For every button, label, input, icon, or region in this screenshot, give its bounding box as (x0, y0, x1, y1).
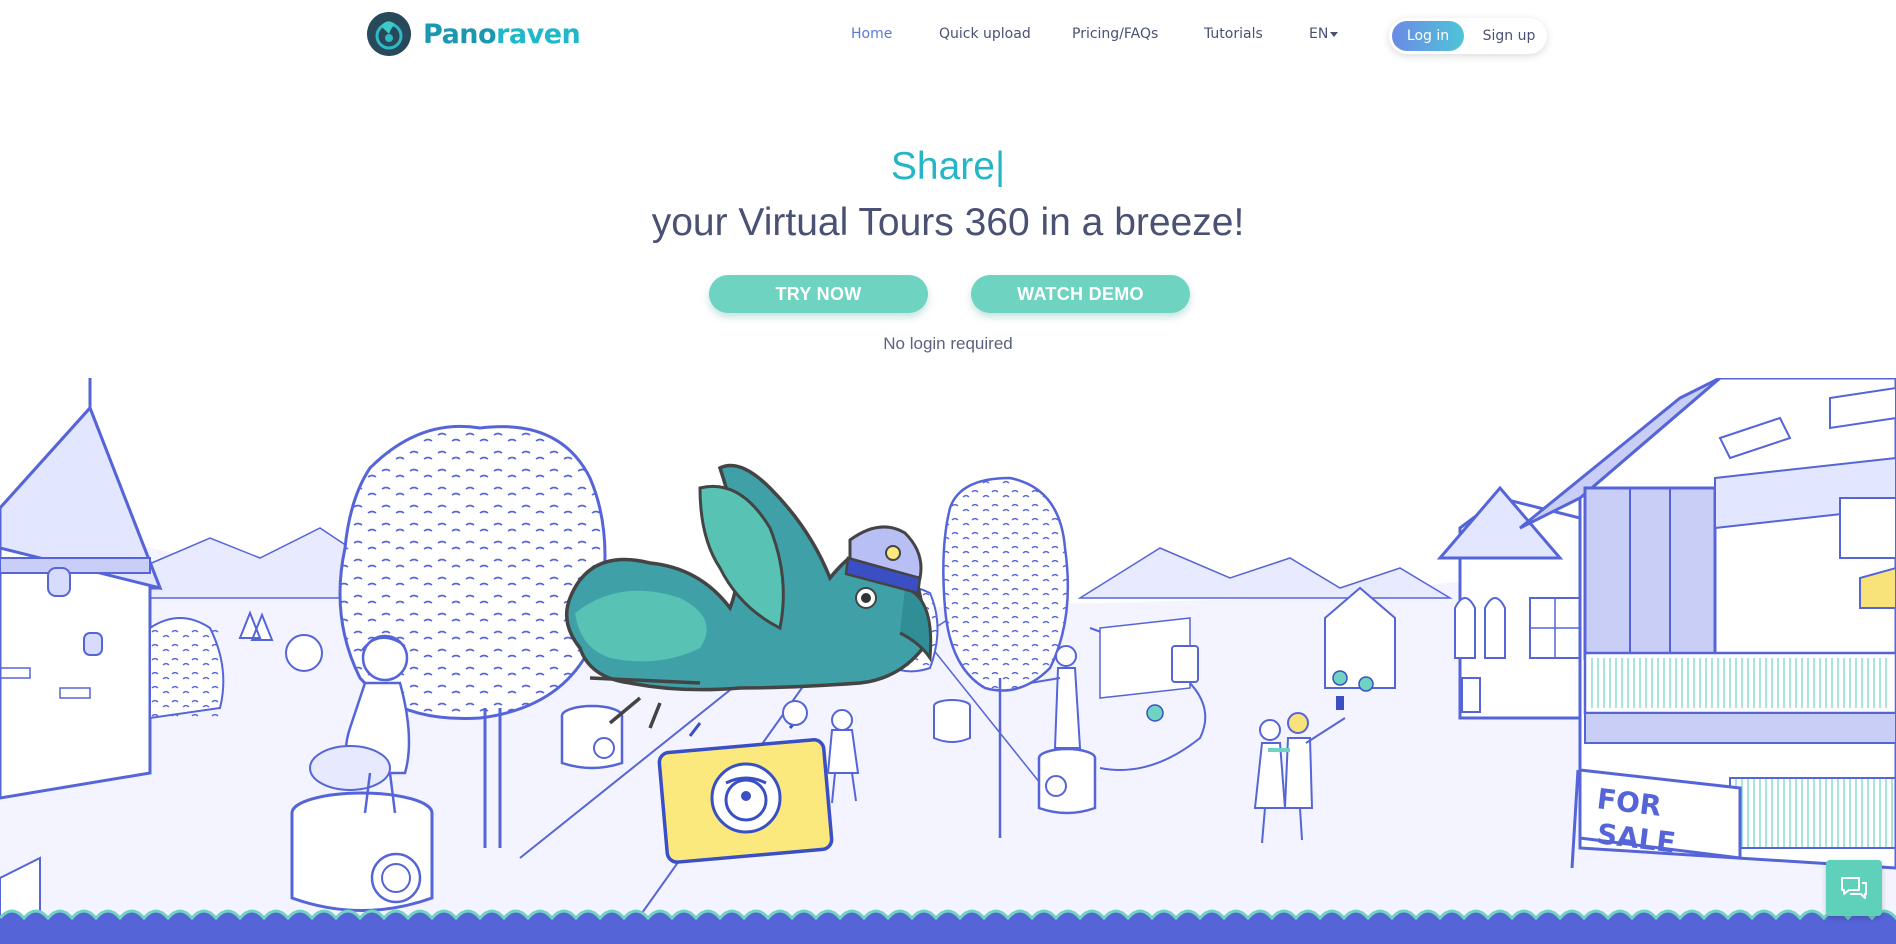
hero-tagline: your Virtual Tours 360 in a breeze! (651, 201, 1245, 244)
language-selector[interactable]: EN (1309, 26, 1339, 42)
chat-icon (1841, 877, 1867, 899)
signup-button[interactable]: Sign up (1477, 21, 1541, 51)
login-button[interactable]: Log in (1392, 21, 1464, 51)
hero-typed-word: Share| (0, 145, 1896, 189)
site-header: Panoraven Home Quick upload Pricing/FAQs… (0, 0, 1896, 72)
language-label: EN (1309, 26, 1329, 42)
chevron-down-icon (1330, 31, 1339, 37)
main-nav: Home Quick upload Pricing/FAQs Tutorials… (0, 22, 1896, 50)
watch-demo-button[interactable]: WATCH DEMO (971, 275, 1190, 313)
bottom-wave-divider (0, 909, 1896, 944)
hero-typed-text: Share (890, 145, 995, 188)
nav-quick-upload[interactable]: Quick upload (939, 26, 1031, 42)
try-now-button[interactable]: TRY NOW (709, 275, 928, 313)
chat-widget-button[interactable] (1826, 860, 1882, 916)
no-login-note: No login required (883, 334, 1013, 353)
nav-home[interactable]: Home (851, 26, 892, 42)
nav-pricing-faqs[interactable]: Pricing/FAQs (1072, 26, 1158, 42)
auth-toggle: Log in Sign up (1389, 18, 1547, 54)
typing-cursor: | (994, 145, 1006, 188)
hero-illustration: FOR SALE (0, 378, 1896, 944)
nav-tutorials[interactable]: Tutorials (1204, 26, 1263, 42)
